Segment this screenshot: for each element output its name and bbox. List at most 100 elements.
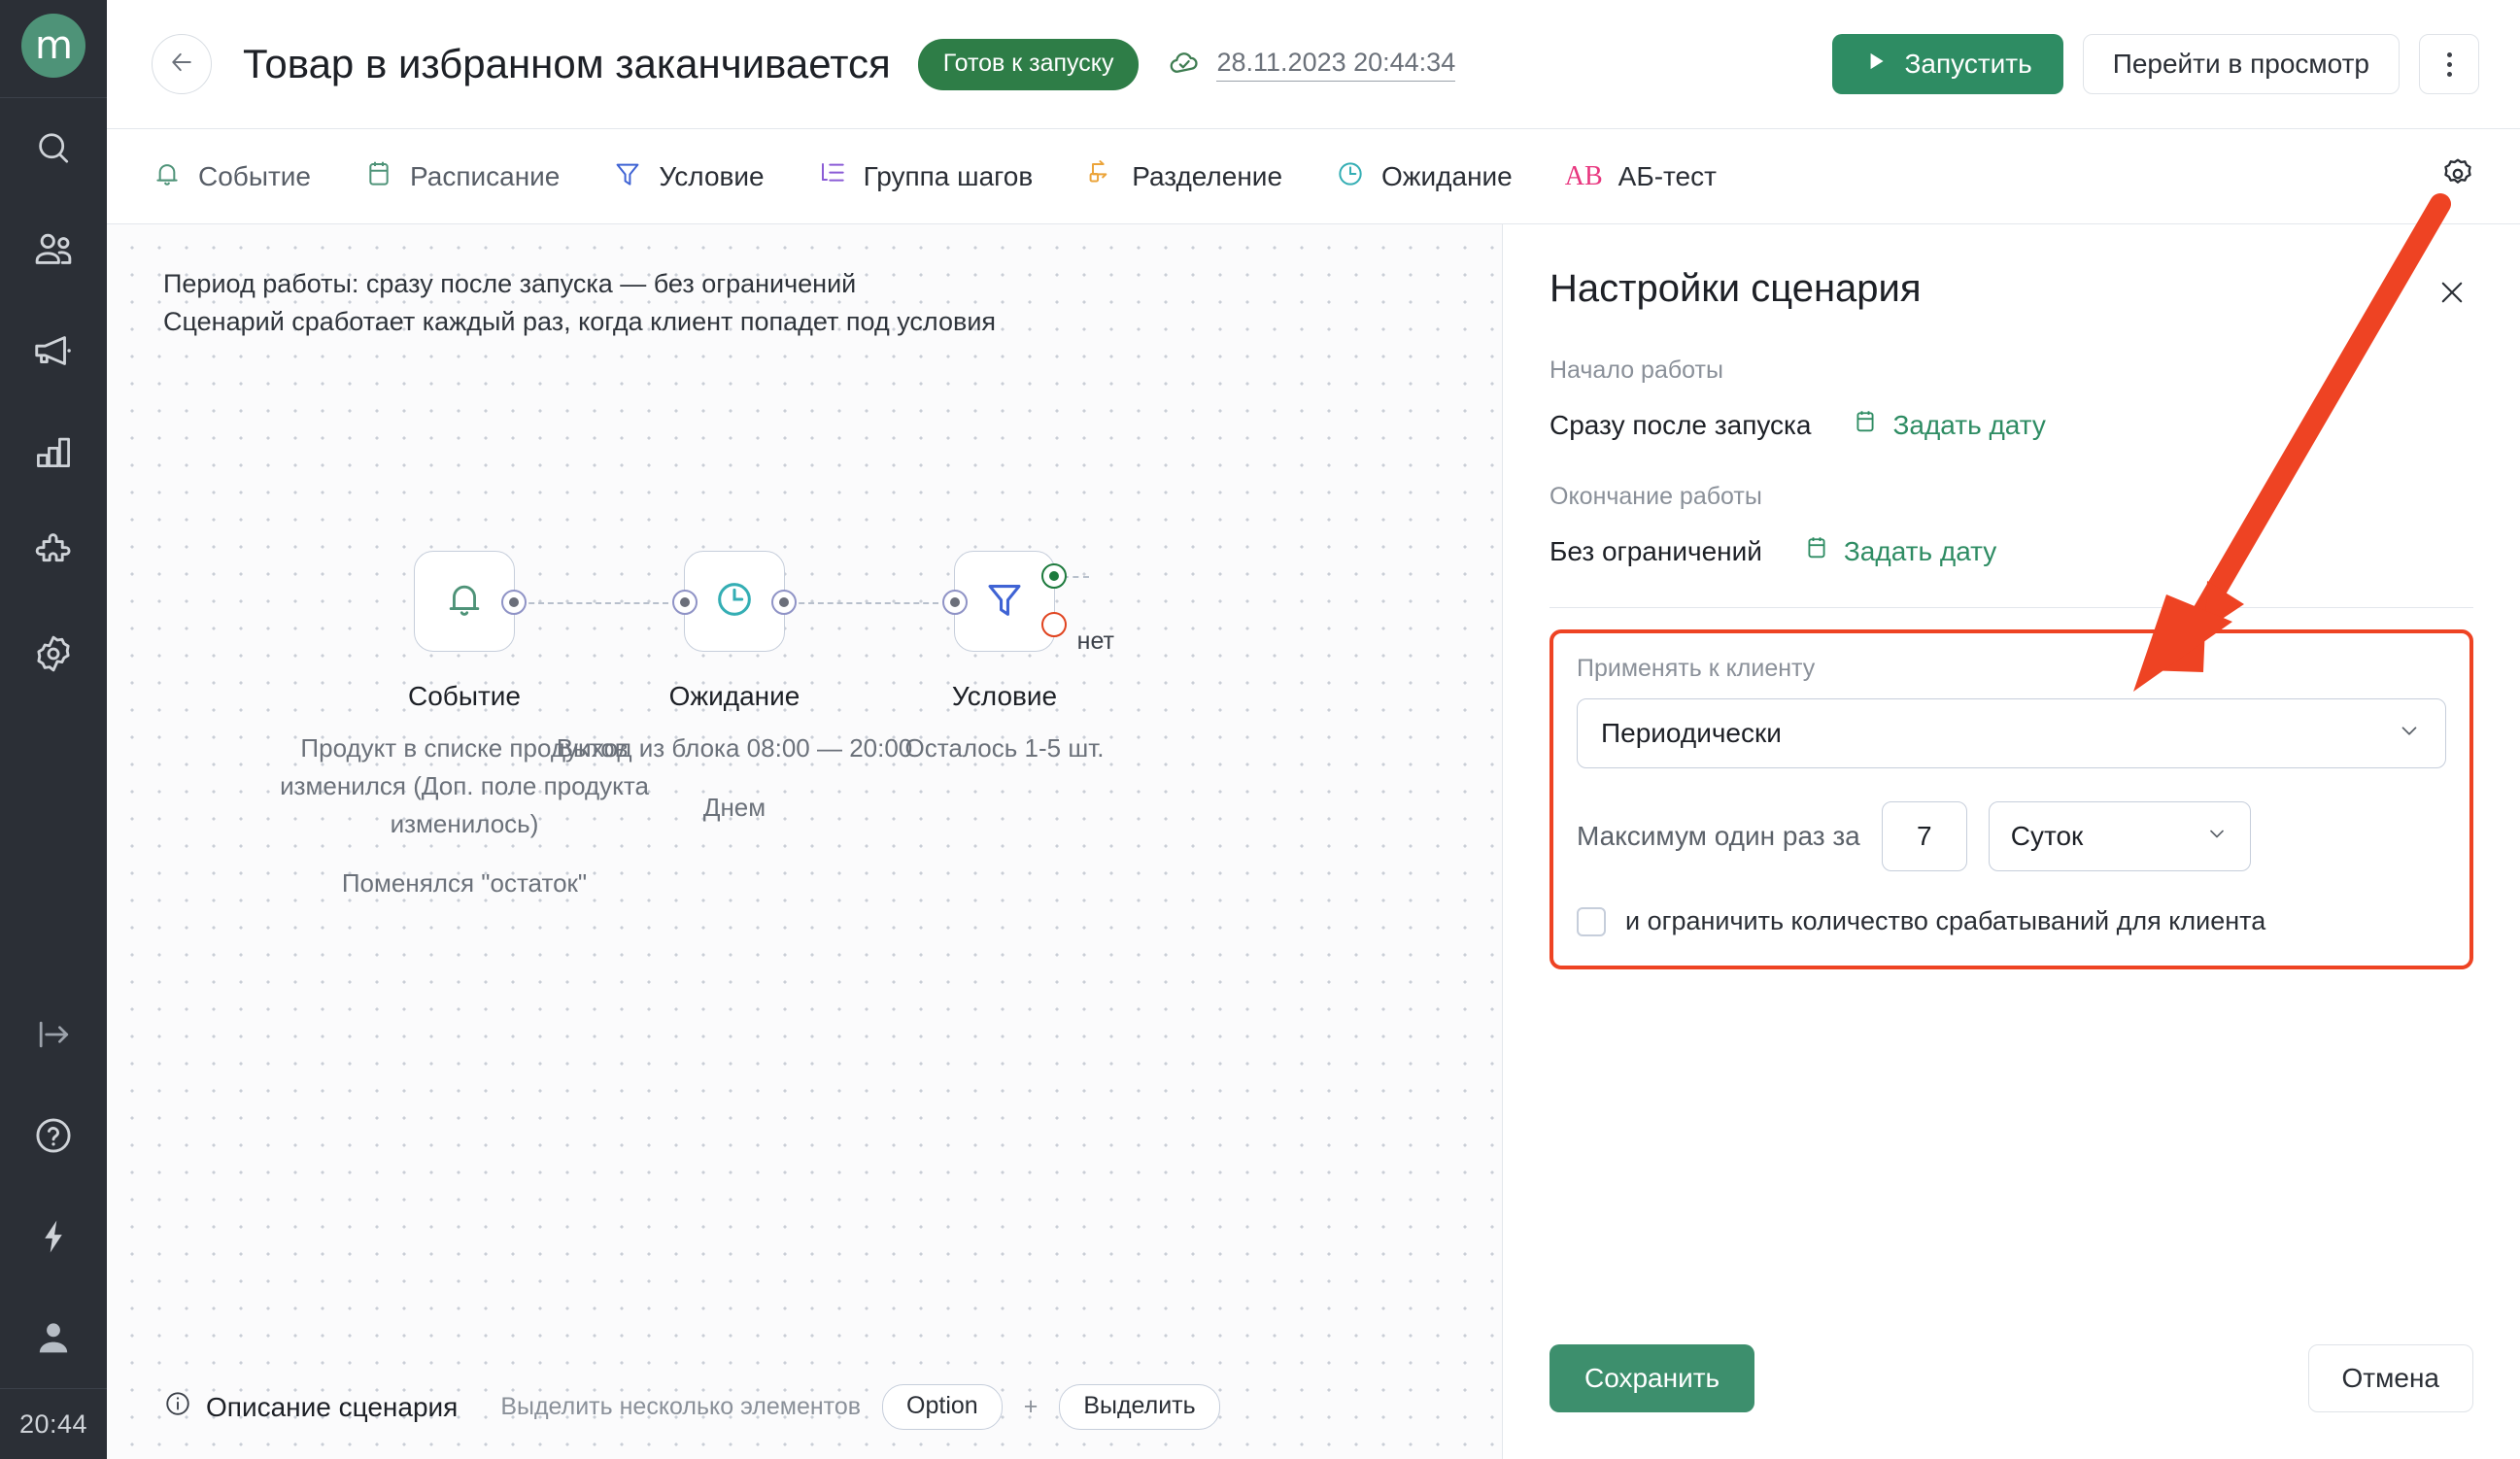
users-icon — [31, 227, 76, 272]
node-subtitle-extra: Поменялся "остаток" — [341, 868, 588, 898]
max-once-number-input[interactable] — [1881, 801, 1967, 871]
node-port-no[interactable] — [1041, 612, 1067, 637]
run-button[interactable]: Запустить — [1832, 34, 2063, 94]
start-label: Начало работы — [1549, 356, 1723, 384]
calendar-icon — [1852, 408, 1879, 442]
sidebar-item-clients[interactable] — [0, 199, 107, 300]
node-port-no-label: нет — [1076, 628, 1114, 655]
node-port-out[interactable] — [501, 590, 527, 615]
start-row: Сразу после запуска Задать дату — [1549, 408, 2473, 442]
node-title: Условие — [951, 681, 1058, 711]
arrow-left-icon — [167, 48, 196, 82]
max-once-unit-select[interactable]: Суток — [1988, 801, 2251, 871]
panel-close-button[interactable] — [2431, 273, 2473, 316]
flow-diagram: Событие Продукт в списке продуктов измен… — [107, 224, 1502, 1459]
max-once-unit-value: Суток — [2010, 821, 2084, 851]
apply-to-client-section: Применять к клиенту Периодически Максиму… — [1549, 629, 2473, 969]
sidebar-item-quick-actions[interactable] — [0, 1186, 107, 1287]
palette-item-label: АБ-тест — [1618, 160, 1717, 191]
node-box-event[interactable] — [414, 551, 527, 652]
end-set-date-link[interactable]: Задать дату — [1803, 534, 1996, 568]
app-root: m 20:44 Товар в избранном заканчивается … — [0, 0, 2520, 1459]
palette-item-label: Расписание — [410, 160, 561, 191]
more-menu-button[interactable] — [2419, 34, 2479, 94]
filter-icon — [612, 158, 643, 194]
start-set-date-link[interactable]: Задать дату — [1852, 408, 2046, 442]
flow-node-condition: нет Условие Осталось 1-5 шт. — [820, 551, 1189, 767]
palette-item-event[interactable]: Событие — [152, 158, 311, 194]
end-value: Без ограничений — [1549, 535, 1762, 566]
clock-icon — [1335, 158, 1366, 194]
palette-item-condition[interactable]: Условие — [612, 158, 765, 194]
clock-icon — [712, 577, 757, 627]
bar-chart-icon — [32, 430, 75, 473]
limit-triggers-checkbox[interactable] — [1577, 906, 1606, 936]
palette-item-label: Ожидание — [1381, 160, 1513, 191]
megaphone-icon — [31, 328, 76, 373]
gear-icon — [2438, 154, 2477, 198]
palette-item-schedule[interactable]: Расписание — [363, 158, 560, 194]
chevron-down-icon — [2397, 718, 2422, 750]
palette-item-label: Разделение — [1132, 160, 1283, 191]
puzzle-icon — [31, 530, 76, 575]
frequency-row: Максимум один раз за Суток — [1577, 801, 2446, 871]
rail-icon-list — [0, 98, 107, 704]
node-port-in[interactable] — [942, 590, 968, 615]
scenario-settings-panel: Настройки сценария Начало работы Сразу п… — [1502, 224, 2520, 1459]
page-title: Товар в избранном заканчивается — [243, 41, 891, 86]
status-badge[interactable]: Готов к запуску — [917, 38, 1140, 90]
filter-icon — [982, 577, 1027, 627]
key-plus: + — [1023, 1393, 1039, 1420]
palette-item-label: Условие — [659, 160, 765, 191]
end-row: Без ограничений Задать дату — [1549, 534, 2473, 568]
end-set-date-label: Задать дату — [1843, 535, 1997, 566]
apply-select[interactable]: Периодически — [1577, 698, 2446, 768]
node-subtitle: Осталось 1-5 шт. — [904, 733, 1105, 763]
end-label: Окончание работы — [1549, 483, 1762, 510]
run-button-label: Запустить — [1904, 49, 2032, 79]
scenario-canvas[interactable]: Период работы: сразу после запуска — без… — [107, 224, 1502, 1459]
back-button[interactable] — [152, 34, 212, 94]
search-icon — [32, 127, 75, 170]
key-option[interactable]: Option — [882, 1384, 1003, 1430]
preview-button[interactable]: Перейти в просмотр — [2082, 34, 2400, 94]
kebab-dot — [2446, 51, 2452, 57]
palette-item-ab-test[interactable]: AB АБ-тест — [1565, 161, 1717, 192]
node-subtitle-extra: Днем — [702, 793, 766, 822]
header-actions: Запустить Перейти в просмотр — [1832, 34, 2479, 94]
cancel-button[interactable]: Отмена — [2307, 1344, 2473, 1412]
sidebar-item-logout[interactable] — [0, 984, 107, 1085]
key-select[interactable]: Выделить — [1059, 1384, 1220, 1430]
sidebar-item-settings[interactable] — [0, 603, 107, 704]
sidebar-item-integrations[interactable] — [0, 502, 107, 603]
last-saved-info[interactable]: 28.11.2023 20:44:34 — [1168, 45, 1456, 85]
panel-divider — [1549, 607, 2473, 608]
app-logo[interactable]: m — [21, 14, 85, 78]
account-icon — [31, 1315, 76, 1360]
node-port-out[interactable] — [771, 590, 797, 615]
scenario-description-link[interactable]: Описание сценария — [163, 1389, 458, 1425]
sidebar-item-account[interactable] — [0, 1287, 107, 1388]
sidebar-item-search[interactable] — [0, 98, 107, 199]
node-box-wait[interactable] — [672, 551, 797, 652]
limit-triggers-row: и ограничить количество срабатываний для… — [1577, 906, 2446, 936]
node-box-condition[interactable]: нет — [942, 551, 1114, 655]
sidebar-item-help[interactable] — [0, 1085, 107, 1186]
bolt-icon — [32, 1215, 75, 1258]
node-port-yes[interactable] — [1041, 563, 1067, 589]
palette-item-step-group[interactable]: Группа шагов — [817, 158, 1033, 194]
sidebar-item-analytics[interactable] — [0, 401, 107, 502]
palette-item-wait[interactable]: Ожидание — [1335, 158, 1513, 194]
panel-footer: Сохранить Отмена — [1503, 1344, 2520, 1459]
node-port-in[interactable] — [672, 590, 698, 615]
save-button[interactable]: Сохранить — [1549, 1344, 1755, 1412]
panel-body: Начало работы Сразу после запуска Задать… — [1503, 316, 2520, 1344]
split-icon — [1085, 158, 1116, 194]
cloud-check-icon — [1168, 45, 1203, 85]
panel-title: Настройки сценария — [1549, 267, 1922, 310]
sidebar-item-campaigns[interactable] — [0, 300, 107, 401]
palette-item-split[interactable]: Разделение — [1085, 158, 1282, 194]
scenario-settings-button[interactable] — [2435, 153, 2481, 200]
steps-group-icon — [817, 158, 848, 194]
calendar-icon — [363, 158, 394, 194]
